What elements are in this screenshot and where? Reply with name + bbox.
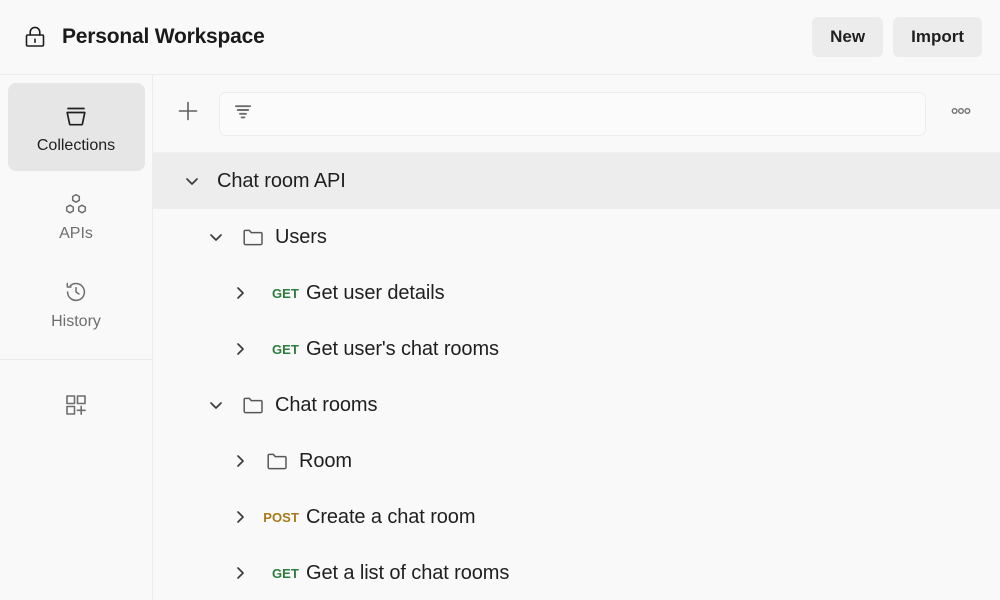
tree-row-request[interactable]: GET Get user's chat rooms <box>153 321 1000 377</box>
tree-row-label: Get a list of chat rooms <box>306 562 509 585</box>
sidebar-item-history[interactable]: History <box>8 259 145 347</box>
tree-row-request[interactable]: POST Create a chat room <box>153 489 1000 545</box>
more-options-button[interactable] <box>944 97 978 131</box>
chevron-down-icon[interactable] <box>203 224 229 250</box>
sidebar-item-label: APIs <box>59 226 93 242</box>
search-filter-box[interactable] <box>219 92 926 136</box>
collection-tree: Chat room API Users <box>153 153 1000 600</box>
import-button[interactable]: Import <box>893 17 982 57</box>
tree-row-label: Chat rooms <box>275 394 377 417</box>
tree-row-label: Users <box>275 226 327 249</box>
tree-row-folder-users[interactable]: Users <box>153 209 1000 265</box>
workspace-identity[interactable]: Personal Workspace <box>22 24 812 50</box>
add-module-icon <box>61 390 91 420</box>
search-input[interactable] <box>264 93 913 135</box>
tree-row-request[interactable]: GET Get user details <box>153 265 1000 321</box>
app-window: Personal Workspace New Import Collection… <box>0 0 1000 600</box>
more-horizontal-icon <box>948 98 974 129</box>
tree-row-request[interactable]: GET Get a list of chat rooms <box>153 545 1000 600</box>
method-badge: GET <box>265 287 299 300</box>
tree-row-label: Get user's chat rooms <box>306 338 499 361</box>
tree-row-label: Chat room API <box>217 170 346 193</box>
chevron-down-icon[interactable] <box>179 168 205 194</box>
folder-icon <box>241 393 275 417</box>
chevron-right-icon[interactable] <box>227 504 253 530</box>
collections-icon <box>61 101 91 131</box>
tree-row-label: Create a chat room <box>306 506 475 529</box>
main-panel: Chat room API Users <box>153 75 1000 600</box>
app-header: Personal Workspace New Import <box>0 0 1000 75</box>
chevron-down-icon[interactable] <box>203 392 229 418</box>
history-icon <box>61 277 91 307</box>
sidebar-item-collections[interactable]: Collections <box>8 83 145 171</box>
apis-icon <box>61 189 91 219</box>
tree-row-label: Get user details <box>306 282 444 305</box>
tree-row-collection[interactable]: Chat room API <box>153 153 1000 209</box>
method-badge: GET <box>265 567 299 580</box>
chevron-right-icon[interactable] <box>227 280 253 306</box>
sidebar-item-add-module[interactable] <box>0 360 152 450</box>
chevron-right-icon[interactable] <box>227 336 253 362</box>
folder-icon <box>241 225 275 249</box>
sidebar-item-apis[interactable]: APIs <box>8 171 145 259</box>
tree-row-folder-room[interactable]: Room <box>153 433 1000 489</box>
new-button[interactable]: New <box>812 17 883 57</box>
plus-icon <box>175 98 201 129</box>
header-actions: New Import <box>812 17 982 57</box>
sidebar: Collections APIs <box>0 75 153 600</box>
collections-toolbar <box>153 75 1000 153</box>
method-badge: GET <box>265 343 299 356</box>
method-badge: POST <box>257 511 299 524</box>
chevron-right-icon[interactable] <box>227 448 253 474</box>
page-title: Personal Workspace <box>62 25 265 49</box>
tree-row-folder-chat-rooms[interactable]: Chat rooms <box>153 377 1000 433</box>
folder-icon <box>265 449 299 473</box>
filter-icon[interactable] <box>232 100 254 127</box>
lock-icon <box>22 24 48 50</box>
tree-row-label: Room <box>299 450 352 473</box>
sidebar-item-label: History <box>51 314 101 330</box>
add-new-button[interactable] <box>171 97 205 131</box>
chevron-right-icon[interactable] <box>227 560 253 586</box>
app-body: Collections APIs <box>0 75 1000 600</box>
sidebar-item-label: Collections <box>37 138 115 154</box>
